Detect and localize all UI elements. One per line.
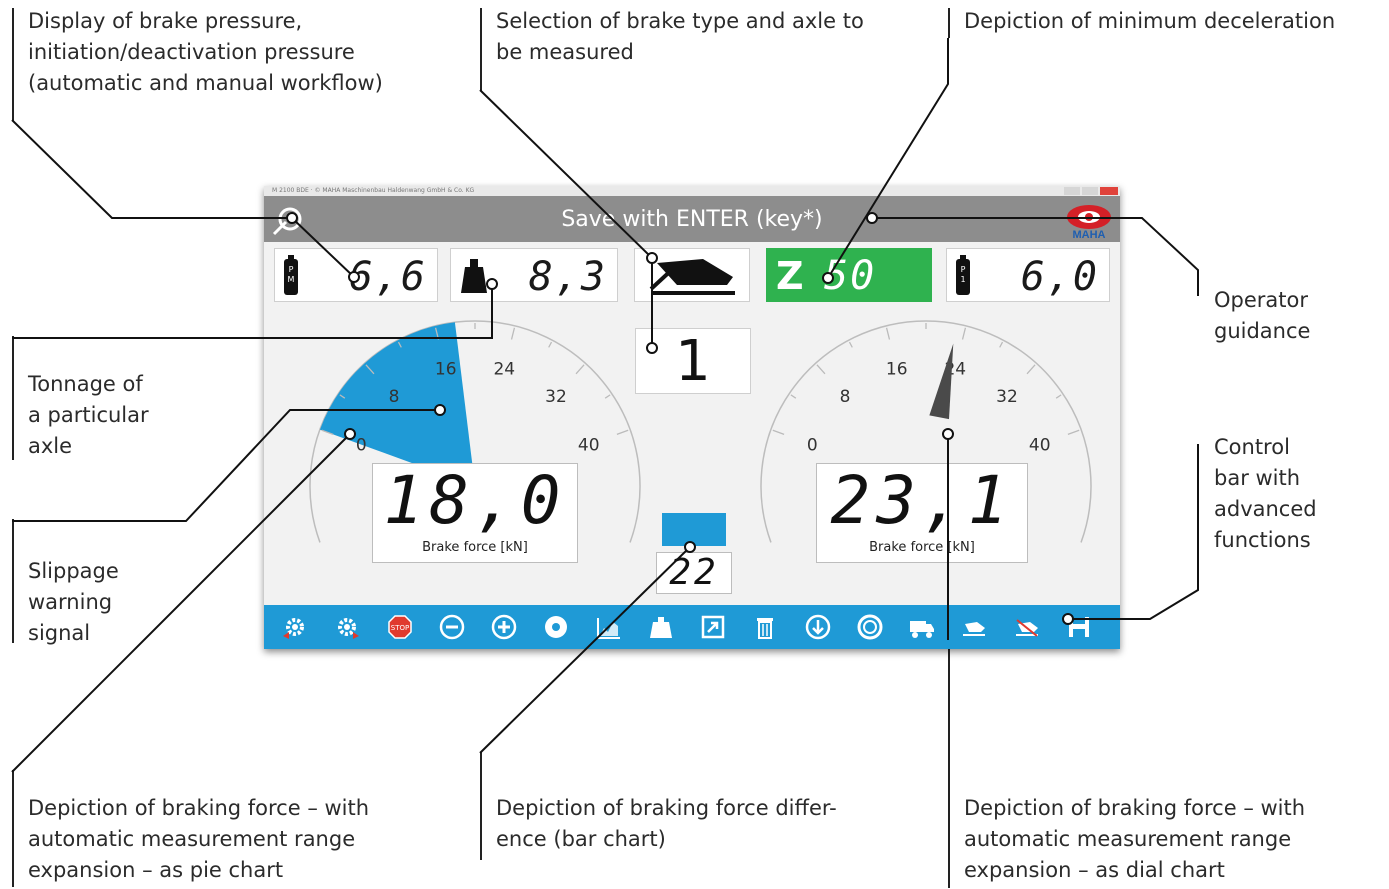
callout-dot (486, 278, 498, 290)
leader-lines (11, 38, 1199, 773)
callout-dot (646, 342, 658, 354)
callout-dot (286, 212, 298, 224)
callout-dot (434, 404, 446, 416)
leader-min-decel (827, 38, 949, 279)
leader-slippage (12, 409, 440, 522)
leader-brake-type (479, 89, 653, 259)
leader-bar (479, 546, 691, 754)
leader-tonnage (12, 284, 493, 339)
callout-dot (348, 271, 360, 283)
callout-dot (646, 252, 658, 264)
callout-dot (866, 212, 878, 224)
callout-dot (942, 428, 954, 440)
callout-dot (344, 428, 356, 440)
leader-brake-pressure (11, 119, 355, 278)
callout-dot (822, 272, 834, 284)
callout-dot (684, 541, 696, 553)
leader-control-bar (1068, 444, 1199, 620)
leader-operator (872, 217, 1199, 296)
leader-pie (11, 433, 351, 773)
callout-dot (1062, 613, 1074, 625)
